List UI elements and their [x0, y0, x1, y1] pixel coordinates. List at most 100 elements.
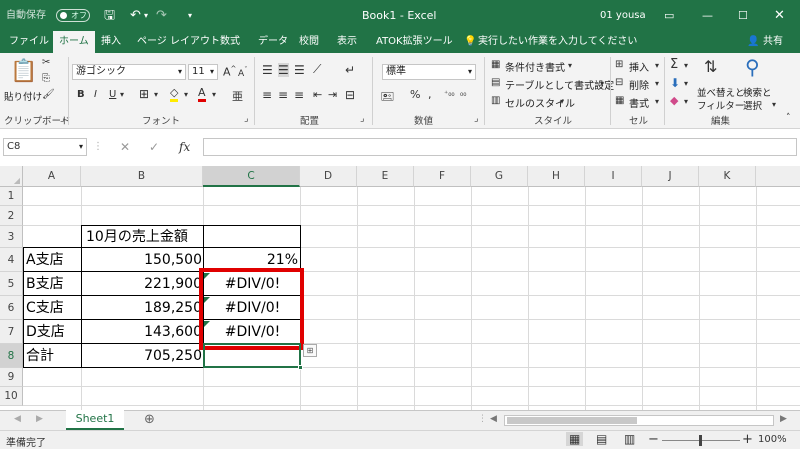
- minimize-icon[interactable]: —: [702, 0, 713, 31]
- share-button[interactable]: 共有: [763, 31, 783, 53]
- column-header-f[interactable]: F: [414, 166, 471, 187]
- quick-analysis-icon[interactable]: ⊞: [303, 344, 317, 357]
- save-icon[interactable]: 🖫: [104, 0, 115, 31]
- dialog-launcher-icon[interactable]: ⌟: [474, 113, 478, 124]
- insert-function-icon[interactable]: fx: [179, 140, 190, 154]
- decrease-font-icon[interactable]: Aˇ: [238, 66, 248, 79]
- tab-insert[interactable]: 挿入: [101, 31, 121, 53]
- user-name[interactable]: 01 yousa: [600, 0, 646, 31]
- page-break-view-icon[interactable]: ▥: [624, 432, 635, 446]
- cell-styles-button[interactable]: セルのスタイル: [505, 95, 575, 110]
- align-bottom-icon[interactable]: ☰: [294, 63, 305, 77]
- tab-file[interactable]: ファイル: [9, 31, 49, 53]
- column-header-b[interactable]: B: [81, 166, 203, 187]
- scroll-sheets-right-icon[interactable]: ▶: [36, 414, 43, 424]
- row-header-4[interactable]: 4: [0, 248, 23, 272]
- column-header-j[interactable]: J: [642, 166, 699, 187]
- chevron-down-icon[interactable]: ▾: [655, 97, 659, 106]
- table-icon[interactable]: ▤: [491, 77, 500, 88]
- find-select-label-2[interactable]: 選択: [743, 98, 762, 112]
- row-header-9[interactable]: 9: [0, 368, 23, 387]
- undo-icon[interactable]: ↶: [130, 0, 141, 31]
- number-format-select[interactable]: 標準 ▾: [382, 64, 476, 80]
- chevron-down-icon[interactable]: ▾: [655, 61, 659, 70]
- font-size-select[interactable]: 11 ▾: [188, 64, 218, 80]
- chevron-down-icon[interactable]: ▾: [154, 90, 158, 99]
- name-box[interactable]: C8 ▾: [3, 138, 87, 156]
- cell-b6[interactable]: 189,250: [82, 296, 202, 320]
- align-center-icon[interactable]: ≡: [278, 88, 288, 102]
- zoom-in-icon[interactable]: +: [742, 432, 753, 447]
- normal-view-icon[interactable]: ▦: [566, 432, 584, 446]
- cell-a7[interactable]: D支店: [26, 320, 65, 344]
- cell-a8[interactable]: 合計: [26, 344, 54, 368]
- column-header-d[interactable]: D: [300, 166, 357, 187]
- chevron-down-icon[interactable]: ▾: [772, 100, 776, 109]
- cell-b3[interactable]: 10月の売上金額: [86, 226, 188, 248]
- format-cells-icon[interactable]: ▦: [615, 95, 624, 106]
- cut-icon[interactable]: ✂: [42, 57, 50, 68]
- tab-home[interactable]: ホーム: [53, 31, 95, 53]
- zoom-level[interactable]: 100%: [758, 434, 787, 445]
- column-header-k[interactable]: K: [699, 166, 756, 187]
- comma-style-icon[interactable]: ,: [428, 88, 432, 101]
- sheet-tab-sheet1[interactable]: Sheet1: [66, 410, 124, 430]
- orientation-icon[interactable]: ⟋: [313, 62, 321, 77]
- autosave-toggle[interactable]: オフ: [56, 9, 90, 22]
- tab-formulas[interactable]: 数式: [220, 31, 240, 53]
- accounting-format-icon[interactable]: 🖭: [381, 88, 394, 107]
- collapse-ribbon-icon[interactable]: ˄: [786, 113, 791, 123]
- decrease-indent-icon[interactable]: ⇤: [313, 88, 322, 101]
- row-header-10[interactable]: 10: [0, 387, 23, 406]
- row-header-3[interactable]: 3: [0, 226, 23, 248]
- format-as-table-button[interactable]: テーブルとして書式設定: [505, 77, 614, 92]
- horizontal-scrollbar[interactable]: [504, 415, 774, 426]
- underline-icon[interactable]: U: [109, 89, 116, 100]
- row-header-5[interactable]: 5: [0, 272, 23, 296]
- merge-center-icon[interactable]: ⊟: [345, 88, 355, 102]
- bold-icon[interactable]: B: [77, 89, 85, 100]
- chevron-down-icon[interactable]: ▾: [684, 61, 688, 70]
- clear-icon[interactable]: ◆: [670, 94, 678, 107]
- tell-me-box[interactable]: 実行したい作業を入力してください: [478, 31, 637, 53]
- cell-a4[interactable]: A支店: [26, 248, 64, 272]
- sort-filter-icon[interactable]: ⇅: [704, 57, 717, 76]
- format-painter-icon[interactable]: 🖌: [42, 89, 55, 100]
- find-select-icon[interactable]: ⚲: [745, 55, 760, 79]
- conditional-format-button[interactable]: 条件付き書式: [505, 59, 565, 74]
- column-header-i[interactable]: I: [585, 166, 642, 187]
- format-cells-button[interactable]: 書式: [629, 95, 649, 110]
- fill-icon[interactable]: ⬇: [670, 76, 680, 90]
- chevron-down-icon[interactable]: ▾: [212, 90, 216, 99]
- chevron-down-icon[interactable]: ▾: [184, 90, 188, 99]
- conditional-format-icon[interactable]: ▦: [491, 59, 500, 70]
- fill-handle[interactable]: [298, 365, 303, 370]
- close-icon[interactable]: ✕: [774, 0, 785, 31]
- scroll-sheets-left-icon[interactable]: ◀: [14, 414, 21, 424]
- column-header-g[interactable]: G: [471, 166, 528, 187]
- row-header-2[interactable]: 2: [0, 206, 23, 226]
- cell-b8[interactable]: 705,250: [82, 344, 202, 368]
- zoom-out-icon[interactable]: −: [648, 432, 659, 447]
- tab-page-layout[interactable]: ページ レイアウト: [137, 31, 220, 53]
- column-header-c[interactable]: C: [203, 166, 300, 187]
- column-header-h[interactable]: H: [528, 166, 585, 187]
- font-color-icon[interactable]: A: [198, 87, 206, 102]
- formula-input[interactable]: [203, 138, 797, 156]
- insert-cells-icon[interactable]: ⊞: [615, 59, 623, 70]
- decrease-decimal-icon[interactable]: ₀₀: [460, 89, 466, 98]
- tab-view[interactable]: 表示: [337, 31, 357, 53]
- autosum-icon[interactable]: Σ: [670, 57, 678, 72]
- delete-cells-icon[interactable]: ⊟: [615, 77, 623, 88]
- borders-icon[interactable]: ⊞: [139, 87, 149, 101]
- cell-a6[interactable]: C支店: [26, 296, 64, 320]
- scrollbar-thumb[interactable]: [507, 417, 637, 424]
- increase-indent-icon[interactable]: ⇥: [328, 88, 337, 101]
- cancel-icon[interactable]: ✕: [120, 140, 130, 154]
- page-layout-view-icon[interactable]: ▤: [596, 432, 607, 446]
- italic-icon[interactable]: I: [94, 89, 97, 100]
- increase-decimal-icon[interactable]: ⁺₀₀: [444, 89, 455, 98]
- cell-styles-icon[interactable]: ▥: [491, 95, 500, 106]
- cell-b5[interactable]: 221,900: [82, 272, 202, 296]
- wrap-text-icon[interactable]: ↵: [345, 63, 355, 77]
